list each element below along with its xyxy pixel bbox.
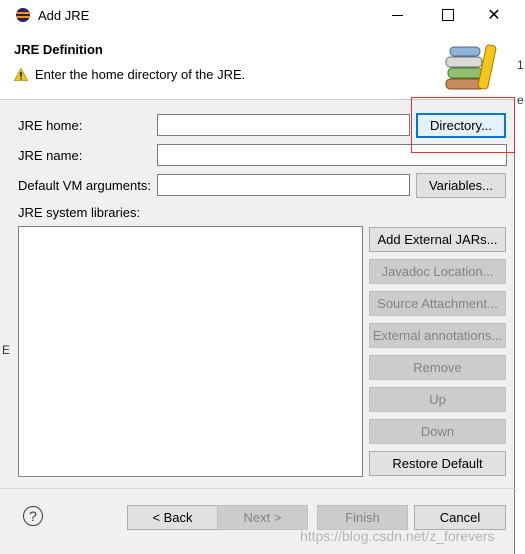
background-text-fragment: E bbox=[2, 343, 11, 357]
eclipse-icon bbox=[16, 8, 30, 22]
footer-separator bbox=[0, 488, 515, 489]
window-title: Add JRE bbox=[38, 8, 90, 23]
background-text-fragment: 1 bbox=[517, 58, 524, 72]
minimize-icon bbox=[392, 15, 403, 16]
close-button[interactable]: ✕ bbox=[471, 0, 517, 31]
jre-name-label: JRE name: bbox=[18, 148, 83, 163]
warning-icon bbox=[14, 68, 28, 81]
vm-arguments-label: Default VM arguments: bbox=[18, 178, 151, 193]
wizard-header: JRE Definition Enter the home directory … bbox=[0, 31, 515, 100]
finish-button[interactable]: Finish bbox=[317, 505, 408, 530]
add-jre-dialog: Add JRE ✕ JRE Definition Enter the home … bbox=[0, 0, 515, 554]
up-button[interactable]: Up bbox=[369, 387, 506, 412]
cancel-button[interactable]: Cancel bbox=[414, 505, 506, 530]
jre-home-input[interactable] bbox=[157, 114, 410, 136]
watermark: https://blog.csdn.net/z_forevers bbox=[300, 528, 495, 544]
add-external-jars-button[interactable]: Add External JARs... bbox=[369, 227, 506, 252]
remove-button[interactable]: Remove bbox=[369, 355, 506, 380]
header-message: Enter the home directory of the JRE. bbox=[35, 67, 246, 82]
maximize-icon bbox=[442, 9, 454, 21]
jre-books-icon bbox=[445, 44, 497, 90]
maximize-button[interactable] bbox=[425, 0, 471, 31]
page-title: JRE Definition bbox=[14, 42, 103, 57]
title-bar: Add JRE ✕ bbox=[0, 0, 515, 31]
minimize-button[interactable] bbox=[375, 0, 421, 31]
restore-default-button[interactable]: Restore Default bbox=[369, 451, 506, 476]
external-annotations-button[interactable]: External annotations... bbox=[369, 323, 506, 348]
jre-libraries-label: JRE system libraries: bbox=[18, 205, 141, 220]
annotation-highlight-box bbox=[411, 97, 515, 153]
down-button[interactable]: Down bbox=[369, 419, 506, 444]
back-button[interactable]: < Back bbox=[127, 505, 218, 530]
background-window-strip bbox=[515, 0, 525, 554]
jre-libraries-list[interactable] bbox=[18, 226, 363, 477]
vm-arguments-input[interactable] bbox=[157, 174, 410, 196]
source-attachment-button[interactable]: Source Attachment... bbox=[369, 291, 506, 316]
jre-home-label: JRE home: bbox=[18, 118, 83, 133]
help-icon[interactable]: ? bbox=[23, 506, 43, 526]
close-icon: ✕ bbox=[487, 7, 501, 24]
background-text-fragment: e bbox=[517, 93, 524, 107]
javadoc-location-button[interactable]: Javadoc Location... bbox=[369, 259, 506, 284]
next-button[interactable]: Next > bbox=[217, 505, 308, 530]
variables-button[interactable]: Variables... bbox=[416, 173, 506, 198]
